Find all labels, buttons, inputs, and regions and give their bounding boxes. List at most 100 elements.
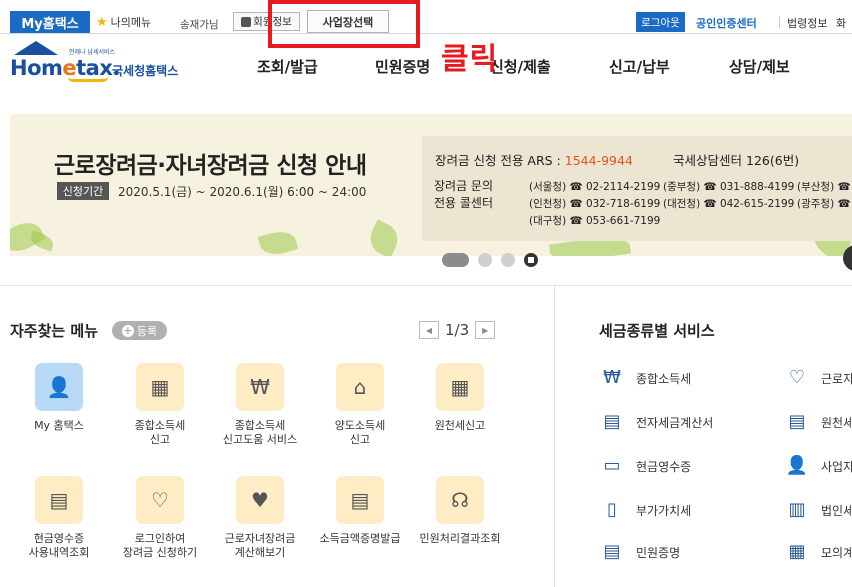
tax-service-item[interactable]: 👤 사업자: [785, 454, 852, 478]
calculator-icon: ▦: [788, 541, 806, 562]
tax-service-label: 사업자: [821, 459, 852, 474]
tax-service-item[interactable]: ▤ 전자세금계산서: [600, 410, 713, 434]
my-menu-link[interactable]: ★ 나의메뉴: [96, 14, 151, 30]
tax-service-item[interactable]: ▦ 모의계: [785, 540, 852, 564]
favorite-item[interactable]: ▤ 현금영수증 사용내역조회: [9, 476, 109, 560]
favorite-item-label: 민원처리결과조회: [419, 532, 501, 545]
leaf-decoration: [364, 219, 404, 256]
leaf-decoration: [257, 227, 299, 256]
my-hometax-tab[interactable]: My홈택스: [10, 11, 90, 33]
favorite-item-label: 원천세신고: [434, 419, 486, 432]
tax-service-label: 현금영수증: [636, 459, 692, 474]
heart-hand-icon: ♡: [788, 367, 806, 388]
slide-indicator[interactable]: [478, 253, 492, 267]
person-icon: 👤: [785, 455, 809, 476]
certificate-icon: ▤: [336, 476, 384, 524]
phone-jungbu: (중부청) ☎ 031-888-4199: [663, 181, 795, 193]
plus-icon: +: [121, 323, 134, 337]
nav-lookup-issue[interactable]: 조회/발급: [257, 56, 318, 77]
tax-service-label: 전자세금계산서: [636, 415, 714, 430]
document-icon: ▤: [603, 541, 621, 562]
banner-title: 근로장려금·자녀장려금 신청 안내: [54, 153, 367, 179]
favorite-item[interactable]: ₩ 종합소득세 신고도움 서비스: [210, 363, 310, 447]
house-roof-icon: [14, 41, 58, 55]
tax-service-item[interactable]: ▭ 현금영수증: [600, 454, 691, 478]
tax-service-item[interactable]: ▤ 민원증명: [600, 540, 680, 564]
favorite-item[interactable]: ▦ 종합소득세 신고: [110, 363, 210, 447]
phone-daejeon: (대전청) ☎ 042-615-2199: [663, 198, 795, 210]
phone-gwangju: (광주청) ☎: [797, 198, 851, 210]
favorite-item-label: 종합소득세 신고도움 서비스: [222, 419, 298, 446]
inquiry-label: 장려금 문의: [434, 179, 494, 193]
ars-line: 장려금 신청 전용 ARS : 1544-9944: [435, 153, 633, 168]
favorite-item-label: 근로자녀장려금 계산해보기: [224, 532, 296, 559]
slide-indicator-active[interactable]: [442, 253, 469, 267]
favorite-item[interactable]: ♡ 로그인하여 장려금 신청하기: [110, 476, 210, 560]
top-utility-bar: My홈택스 ★ 나의메뉴 송재가님 회원정보 사업장선택 로그아웃 공인인증센터…: [0, 0, 852, 34]
law-info-link[interactable]: 법령정보: [787, 15, 827, 31]
heart-doc-icon: ♥: [236, 476, 284, 524]
logout-button[interactable]: 로그아웃: [636, 12, 685, 32]
cert-center-link[interactable]: 공인인증센터: [696, 15, 757, 31]
favorite-item-label: 양도소득세 신고: [334, 419, 386, 446]
nav-civil-certificate[interactable]: 민원증명: [375, 56, 430, 77]
tax-service-item[interactable]: ▯ 부가가치세: [600, 498, 691, 522]
tax-service-item[interactable]: ▥ 법인세: [785, 498, 852, 522]
nav-report-pay[interactable]: 신고/납부: [609, 56, 670, 77]
person-icon: 👤: [35, 363, 83, 411]
logo-korean: 국세청홈택스: [112, 64, 179, 78]
phone-incheon: (인천청) ☎ 032-718-6199: [529, 198, 661, 210]
favorite-item[interactable]: ⌂ 양도소득세 신고: [310, 363, 410, 447]
won-search-icon: ₩: [236, 363, 284, 411]
my-menu-label: 나의메뉴: [110, 16, 152, 29]
star-icon: ★: [96, 14, 108, 30]
phone-daegu: (대구청) ☎ 053-661-7199: [529, 215, 661, 227]
slide-indicator[interactable]: [501, 253, 515, 267]
page-indicator: 1/3: [445, 321, 470, 339]
leaf-decoration: [28, 230, 56, 252]
receipt-1000-icon: ▭: [603, 455, 621, 476]
divider: [779, 16, 780, 28]
tax-service-label: 법인세: [821, 503, 852, 518]
headset-icon: ☊: [436, 476, 484, 524]
tax-service-label: 종합소득세: [636, 371, 692, 386]
hometax-logo[interactable]: 언제나 납세서비스 Hometax. 국세청홈택스: [10, 41, 200, 86]
person-icon: [241, 16, 252, 27]
period-badge: 신청기간: [57, 182, 109, 200]
nav-apply-submit[interactable]: 신청/제출: [490, 56, 551, 77]
favorite-item-label: 종합소득세 신고: [134, 419, 186, 446]
favorite-item[interactable]: ♥ 근로자녀장려금 계산해보기: [210, 476, 310, 560]
nav-consult-report[interactable]: 상담/제보: [729, 56, 790, 77]
next-page-button[interactable]: ▶: [475, 321, 496, 339]
won-coins-icon: ₩: [603, 367, 621, 388]
favorite-item-label: 소득금액증명발급: [319, 532, 401, 545]
favorite-item[interactable]: 👤 My 홈택스: [9, 363, 109, 433]
tax-service-label: 부가가치세: [636, 503, 692, 518]
tax-service-item[interactable]: ₩ 종합소득세: [600, 366, 691, 390]
logo-swoosh: [68, 77, 108, 82]
tax-center-line: 국세상담센터 126(6번): [673, 153, 800, 168]
period-text: 2020.5.1(금) ~ 2020.6.1(월) 6:00 ~ 24:00: [118, 185, 367, 199]
tax-services-title: 세금종류별 서비스: [599, 322, 715, 340]
favorite-item[interactable]: ▦ 원천세신고: [410, 363, 510, 433]
tax-service-item[interactable]: ♡ 근로자: [785, 366, 852, 390]
tax-service-label: 원천세: [821, 415, 852, 430]
divider: [554, 285, 555, 587]
tax-service-label: 근로자: [821, 371, 852, 386]
divider: [0, 285, 852, 286]
user-name: 송재가님: [180, 19, 219, 31]
add-favorite-button[interactable]: + 등록: [112, 321, 167, 340]
stop-icon[interactable]: [524, 253, 538, 267]
sal-doc-icon: ▤: [788, 411, 806, 432]
prev-page-button[interactable]: ◀: [419, 321, 439, 339]
favorites-pager: ◀ 1/3 ▶: [419, 321, 496, 339]
invoice-icon: ▤: [603, 411, 621, 432]
favorite-item[interactable]: ▤ 소득금액증명발급: [310, 476, 410, 546]
phone-seoul: (서울청) ☎ 02-2114-2199: [529, 181, 661, 193]
cut-off-link[interactable]: 화: [836, 15, 846, 31]
tax-service-item[interactable]: ▤ 원천세: [785, 410, 852, 434]
favorite-item-label: My 홈택스: [34, 419, 84, 432]
favorite-item[interactable]: ☊ 민원처리결과조회: [410, 476, 510, 546]
inquiry-label: 전용 콜센터: [434, 196, 494, 210]
favorites-title: 자주찾는 메뉴: [10, 322, 99, 340]
